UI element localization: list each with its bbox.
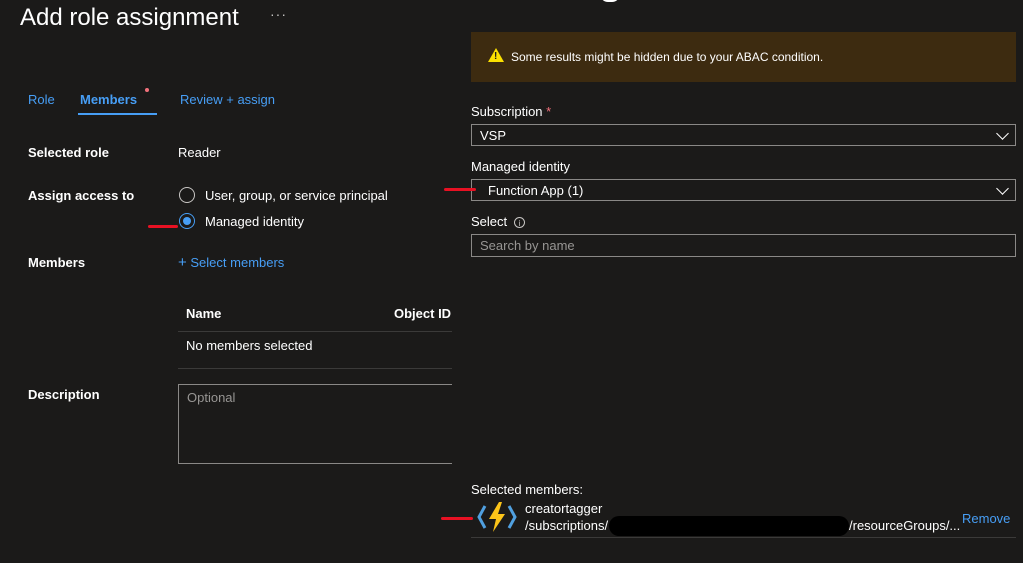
required-dot: [145, 88, 149, 92]
managed-identity-value: Function App (1): [488, 183, 584, 198]
subscription-value: VSP: [480, 128, 507, 143]
assign-access-label: Assign access to: [28, 188, 135, 203]
table-empty-text: No members selected: [186, 338, 313, 353]
description-label: Description: [28, 387, 100, 402]
tab-members-underline: [78, 113, 157, 115]
tab-members[interactable]: Members: [80, 92, 137, 107]
function-app-icon: [477, 500, 517, 534]
select-members-label: Select members: [190, 255, 285, 270]
select-label: Select: [471, 214, 508, 229]
subscription-label: Subscription *: [471, 104, 552, 119]
required-marker: *: [546, 104, 552, 119]
table-divider: [178, 331, 452, 332]
member-path-end: /resourceGroups/...: [849, 518, 961, 533]
warning-icon-mark: !: [494, 51, 498, 62]
plus-icon: +: [178, 254, 187, 271]
member-name: creatortagger: [525, 501, 603, 516]
table-divider-bottom: [178, 368, 452, 369]
radio-managed-identity[interactable]: [179, 213, 195, 229]
search-input[interactable]: Search by name: [471, 234, 1016, 257]
member-path-start: /subscriptions/: [525, 518, 609, 533]
selected-role-label: Selected role: [28, 145, 109, 160]
warning-text: Some results might be hidden due to your…: [511, 50, 824, 64]
column-header-object-id[interactable]: Object ID: [394, 306, 451, 321]
radio-user-group-sp-label[interactable]: User, group, or service principal: [205, 188, 388, 203]
remove-member-link[interactable]: Remove: [962, 511, 1010, 526]
selected-role-value: Reader: [178, 145, 221, 160]
managed-identity-dropdown[interactable]: Function App (1): [471, 179, 1016, 201]
subscription-dropdown[interactable]: VSP: [471, 124, 1016, 146]
radio-user-group-sp[interactable]: [179, 187, 195, 203]
info-icon[interactable]: i: [514, 217, 525, 228]
chevron-down-icon: [996, 127, 1009, 140]
annotation-mark: [148, 225, 178, 228]
description-placeholder: Optional: [187, 390, 236, 405]
redaction-blob: [609, 516, 849, 536]
member-row-divider: [471, 537, 1016, 538]
chevron-down-icon: [996, 182, 1009, 195]
managed-identity-label: Managed identity: [471, 159, 571, 174]
abac-warning-banner: Some results might be hidden due to your…: [471, 32, 1016, 82]
selected-members-label: Selected members:: [471, 482, 583, 497]
annotation-mark: [441, 517, 473, 520]
tab-role[interactable]: Role: [28, 92, 55, 107]
radio-managed-identity-label[interactable]: Managed identity: [205, 214, 304, 229]
page-title: Add role assignment: [20, 4, 239, 31]
column-header-name[interactable]: Name: [186, 306, 221, 321]
role-assignment-pane: Add role assignment ··· Role Members Rev…: [0, 0, 468, 563]
description-textarea[interactable]: Optional: [178, 384, 468, 464]
annotation-mark: [444, 188, 476, 191]
tab-review-assign[interactable]: Review + assign: [180, 92, 275, 107]
members-label: Members: [28, 255, 86, 270]
select-members-panel: [452, 0, 1023, 563]
select-members-link[interactable]: + Select members: [178, 254, 284, 271]
panel-title-fragment: [560, 0, 620, 4]
more-options-button[interactable]: ···: [270, 6, 287, 22]
search-placeholder: Search by name: [480, 238, 575, 253]
